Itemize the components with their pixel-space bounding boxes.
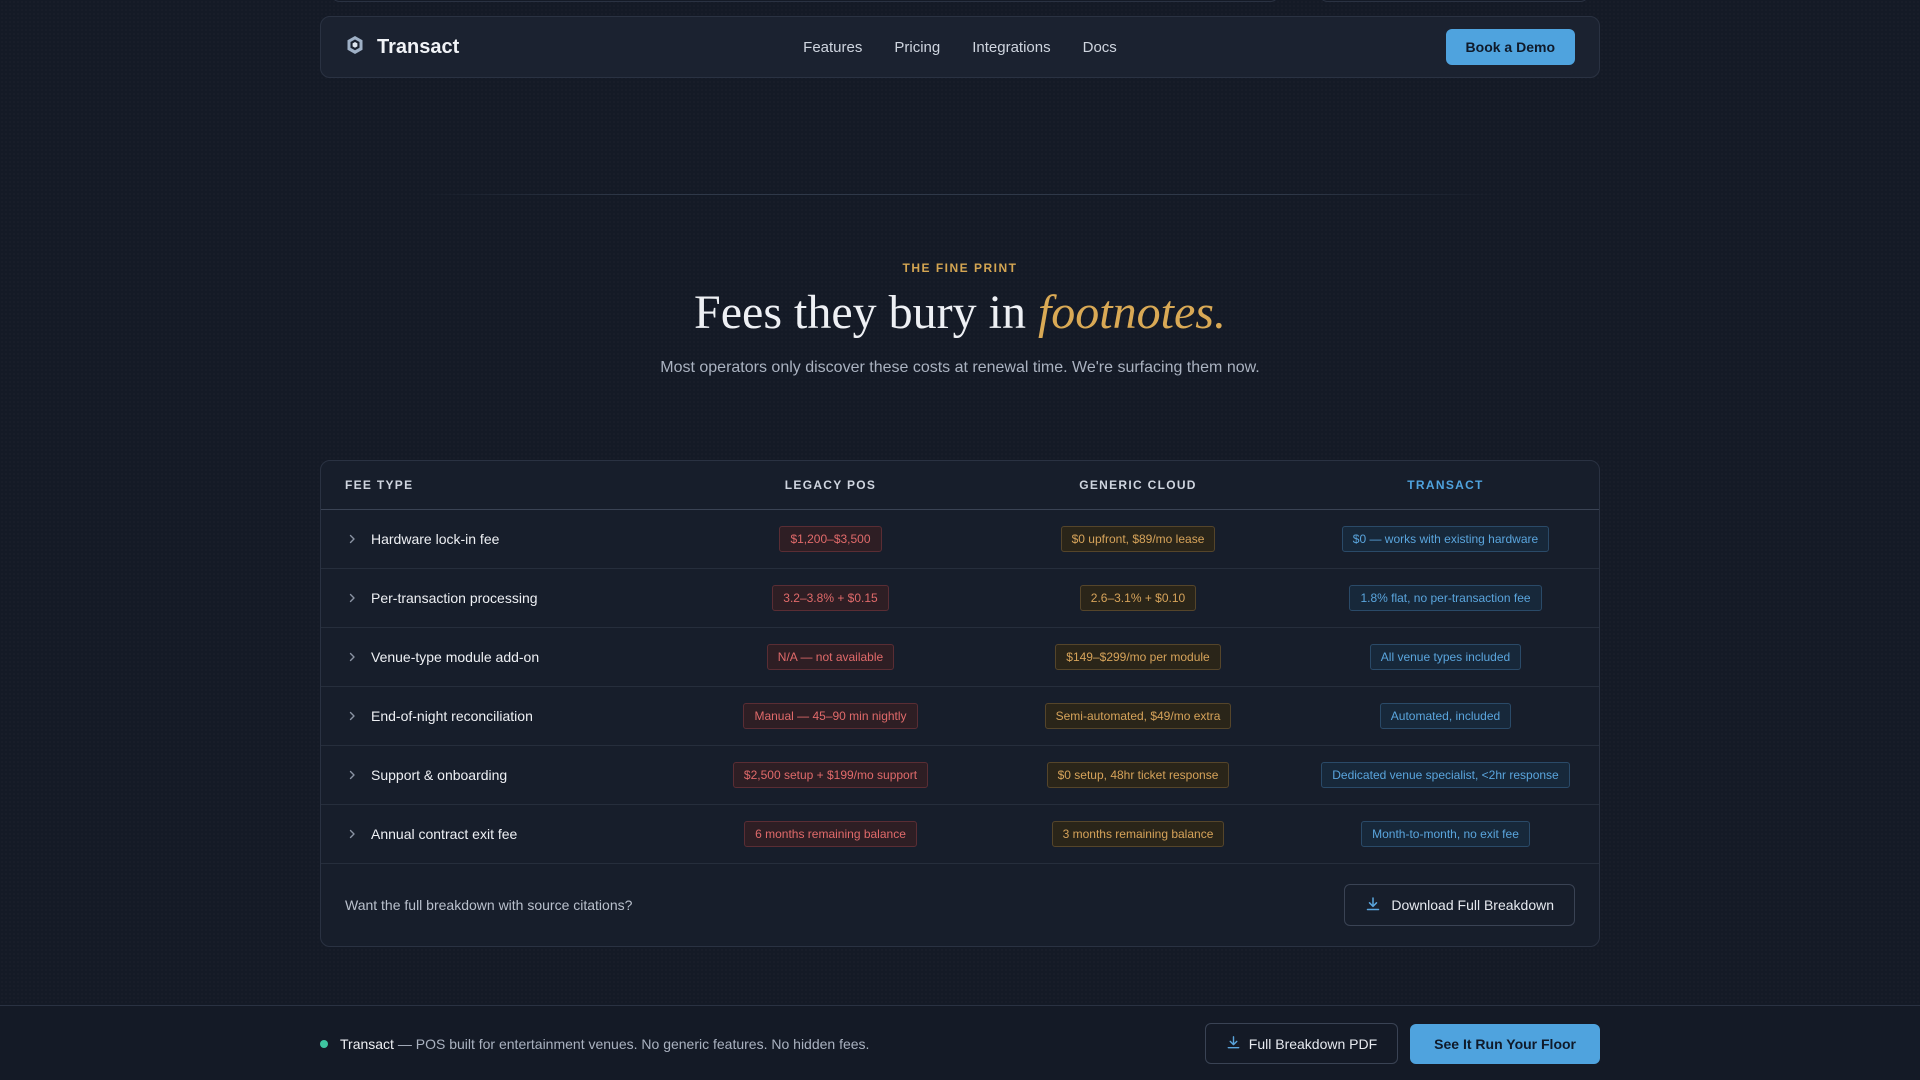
fee-comparison-table: FEE TYPE LEGACY POS GENERIC CLOUD TRANSA… [320,460,1600,947]
top-navbar: Transact Features Pricing Integrations D… [320,16,1600,78]
nav-link-docs[interactable]: Docs [1083,39,1117,56]
full-breakdown-pdf-button[interactable]: Full Breakdown PDF [1204,1023,1399,1064]
transact-value: Automated, included [1379,703,1512,729]
fee-type-label: Venue-type module add-on [371,649,540,665]
brand-name: Transact [377,35,460,58]
generic-cloud-value: 3 months remaining balance [1051,821,1225,847]
fee-type-label: Hardware lock-in fee [371,531,500,547]
chevron-right-icon[interactable] [345,827,359,841]
chevron-right-icon[interactable] [345,650,359,664]
status-dot-icon [320,1039,328,1048]
transact-value: $0 — works with existing hardware [1341,526,1550,552]
table-row[interactable]: Venue-type module add-on N/A — not availa… [321,628,1599,687]
headline-main: Fees they bury in [694,286,1038,339]
sticky-footer: Transact — POS built for entertainment v… [0,1005,1920,1080]
chevron-right-icon[interactable] [345,709,359,723]
table-row[interactable]: Hardware lock-in fee $1,200–$3,500 $0 upfr… [321,510,1599,569]
section-divider [420,194,1500,195]
table-row[interactable]: End-of-night reconciliation Manual — 45–9… [321,687,1599,746]
nav-link-pricing[interactable]: Pricing [894,39,940,56]
header-fee-type: FEE TYPE [345,478,414,492]
download-icon [1365,896,1381,915]
row-label: Support & onboarding [345,767,507,783]
download-breakdown-label: Download Full Breakdown [1391,897,1554,913]
nav-link-features[interactable]: Features [803,39,862,56]
table-footer: Want the full breakdown with source cita… [321,864,1599,946]
generic-cloud-value: 2.6–3.1% + $0.10 [1079,585,1197,611]
footer-tagline-text: — POS built for entertainment venues. No… [393,1035,870,1052]
download-breakdown-button[interactable]: Download Full Breakdown [1344,884,1575,926]
logo-icon [345,35,365,60]
transact-value: Month-to-month, no exit fee [1361,821,1530,847]
section-eyebrow: THE FINE PRINT [902,261,1018,275]
generic-cloud-value: Semi-automated, $49/mo extra [1044,703,1232,729]
section-subhead: Most operators only discover these costs… [660,359,1260,376]
table-row[interactable]: Annual contract exit fee 6 months remaini… [321,805,1599,864]
transact-value: 1.8% flat, no per-transaction fee [1349,585,1542,611]
brand[interactable]: Transact [345,35,459,60]
legacy-pos-value: Manual — 45–90 min nightly [743,703,918,729]
footer-inner: Transact — POS built for entertainment v… [320,1006,1600,1080]
book-demo-button[interactable]: Book a Demo [1445,29,1575,65]
legacy-pos-value: $2,500 setup + $199/mo support [732,762,929,788]
generic-cloud-value: $0 setup, 48hr ticket response [1046,762,1230,788]
see-it-run-button[interactable]: See It Run Your Floor [1410,1023,1600,1064]
table-row[interactable]: Support & onboarding $2,500 setup + $199/… [321,746,1599,805]
headline-accent: footnotes. [1037,286,1226,339]
fee-type-label: Support & onboarding [371,767,508,783]
row-label: Venue-type module add-on [345,649,539,665]
row-label: Hardware lock-in fee [345,531,499,547]
fee-type-label: Per-transaction processing [371,590,538,606]
row-label: End-of-night reconciliation [345,708,533,724]
chevron-right-icon[interactable] [345,591,359,605]
fee-type-label: Annual contract exit fee [371,826,518,842]
transact-value: Dedicated venue specialist, <2hr respons… [1321,762,1570,788]
header-legacy-pos: LEGACY POS [784,478,877,492]
header-generic-cloud: GENERIC CLOUD [1079,478,1197,492]
chevron-right-icon[interactable] [345,768,359,782]
download-icon [1226,1035,1241,1053]
generic-cloud-value: $0 upfront, $89/mo lease [1060,526,1216,552]
table-row[interactable]: Per-transaction processing 3.2–3.8% + $0.… [321,569,1599,628]
table-header: FEE TYPE LEGACY POS GENERIC CLOUD TRANSA… [321,461,1599,510]
header-transact: TRANSACT [1407,478,1484,492]
chevron-right-icon[interactable] [345,532,359,546]
legacy-pos-value: N/A — not available [766,644,895,670]
transact-value: All venue types included [1369,644,1522,670]
row-label: Per-transaction processing [345,590,538,606]
table-footer-text: Want the full breakdown with source cita… [345,897,633,913]
legacy-pos-value: $1,200–$3,500 [779,526,882,552]
legacy-pos-value: 3.2–3.8% + $0.15 [772,585,889,611]
section-headline: Fees they bury in footnotes. [0,285,1920,340]
nav-links: Features Pricing Integrations Docs [321,17,1599,77]
nav-link-integrations[interactable]: Integrations [972,39,1050,56]
footer-tagline: Transact — POS built for entertainment v… [340,1036,869,1052]
legacy-pos-value: 6 months remaining balance [744,821,917,847]
ghost-top-bar [1318,0,1590,2]
full-breakdown-pdf-label: Full Breakdown PDF [1248,1035,1378,1052]
ghost-top-bar [330,0,1280,2]
table-body: Hardware lock-in fee $1,200–$3,500 $0 upfr… [321,510,1599,864]
footer-brand: Transact [340,1035,394,1052]
generic-cloud-value: $149–$299/mo per module [1055,644,1221,670]
footer-actions: Full Breakdown PDF See It Run Your Floor [1204,1023,1600,1064]
fee-type-label: End-of-night reconciliation [371,708,533,724]
row-label: Annual contract exit fee [345,826,517,842]
